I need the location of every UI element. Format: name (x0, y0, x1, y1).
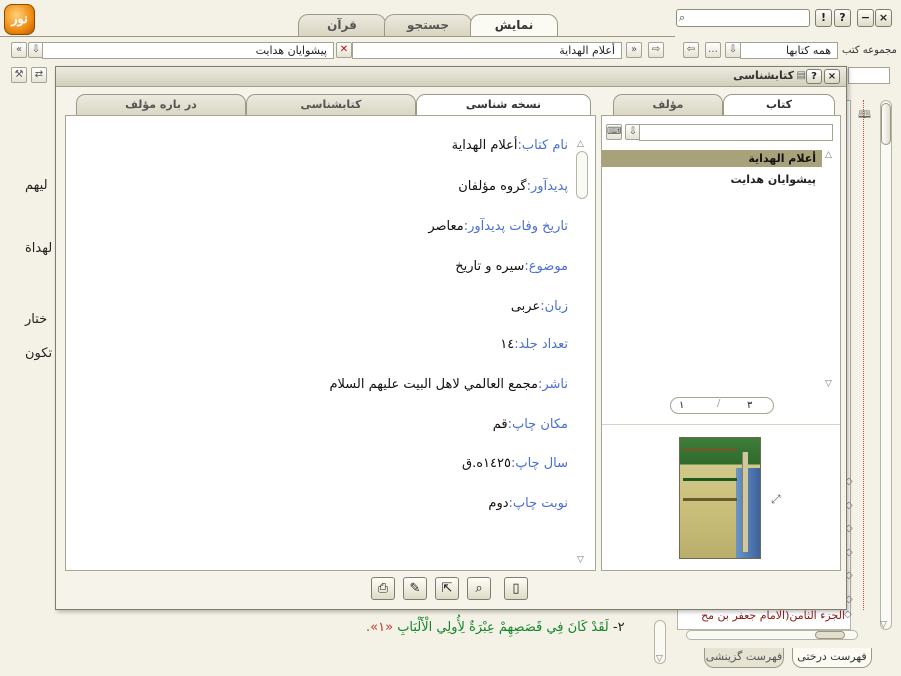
minimize-button[interactable]: − (857, 9, 874, 27)
reader-text-line: لهداة (25, 241, 53, 256)
tab-bibliography[interactable]: كتابشناسى (246, 94, 416, 115)
alert-button[interactable]: ! (815, 9, 832, 27)
filter-input[interactable] (848, 67, 890, 84)
expand-icon[interactable]: ⤢ (771, 492, 781, 507)
tab-book[interactable]: كتاب (723, 94, 835, 116)
arrow-right-icon[interactable]: ⇨ (648, 42, 664, 58)
tab-search[interactable]: جستجو (384, 14, 472, 36)
keyboard-icon[interactable]: ⌨ (606, 124, 622, 140)
collection-select[interactable]: همه كتابها (740, 42, 838, 59)
book-icon: ▤ (796, 70, 806, 81)
verse-number: ٢- (612, 620, 625, 635)
pager-separator: / (717, 398, 721, 409)
series-field[interactable]: پيشوايان هدايت (42, 42, 334, 59)
hscroll-thumb[interactable] (815, 631, 845, 639)
info-language: زبان:عربى (510, 299, 568, 314)
book-search-input[interactable] (639, 124, 833, 141)
close-app-button[interactable]: × (875, 9, 892, 27)
scroll-up-icon[interactable]: △ (825, 150, 832, 160)
info-publisher: ناشر:مجمع العالمي لاهل البيت عليهم السلا… (329, 377, 568, 392)
info-publish-year: سال چاپ:١٤٢٥ه.ق (461, 456, 568, 471)
app-logo[interactable]: نور (4, 4, 35, 35)
book-tree-icon: 🕮 (858, 108, 871, 121)
notes-button[interactable]: ▯ (504, 577, 528, 600)
vscroll-thumb[interactable] (881, 103, 891, 145)
note-icon: ▯ (512, 581, 520, 596)
divider (602, 424, 840, 425)
pencil-icon: ✎ (409, 581, 421, 596)
scroll-down-icon[interactable]: ▽ (880, 620, 887, 630)
help-button[interactable]: ? (834, 9, 851, 27)
pager-total: ١ (679, 400, 685, 411)
info-author: پديدآور:گروه مؤلفان (458, 179, 568, 194)
scroll-down-icon[interactable]: ▽ (577, 555, 584, 565)
open-button[interactable]: ⇱ (435, 577, 459, 600)
tab-author[interactable]: مؤلف (613, 94, 723, 115)
book-cover-image (679, 437, 761, 559)
global-search-input[interactable]: ⌕ (676, 9, 810, 27)
info-scrollbar[interactable] (576, 151, 588, 199)
dialog-close-button[interactable]: × (824, 69, 840, 84)
export-icon[interactable]: ⇄ (31, 67, 47, 83)
clear-series-icon[interactable]: ✕ (336, 42, 352, 58)
dialog-title: كتابشناسى (733, 69, 794, 82)
dialog-titlebar[interactable]: كتابشناسى ▤ ? × (56, 67, 846, 87)
magnifier-icon: ⌕ (475, 581, 483, 596)
info-volumes: تعداد جلد:١٤ (500, 337, 568, 352)
verse-text: لَقَدْ كَانَ فِي قَصَصِهِمْ عِبْرَةٌ لِأ… (397, 620, 609, 635)
printer-icon: ⎙ (377, 581, 389, 596)
info-publish-place: مكان چاپ:قم (492, 417, 568, 432)
tree-guide-line (863, 100, 864, 610)
info-death-date: تاريخ وفات پديدآور:معاصر (428, 219, 568, 234)
quran-verse: ٢- لَقَدْ كَانَ فِي قَصَصِهِمْ عِبْرَةٌ … (366, 620, 625, 635)
scroll-up-icon[interactable]: △ (577, 139, 584, 149)
open-icon: ⇱ (441, 581, 453, 596)
book-list: أعلام الهداية پيشوايان هدايت (602, 150, 822, 188)
print-button[interactable]: ⎙ (371, 577, 395, 600)
search-icon: ⌕ (679, 11, 686, 24)
reader-text-line: ليهم (25, 178, 48, 193)
info-edition: نوبت چاپ:دوم (488, 496, 568, 511)
tree-hscrollbar[interactable] (686, 630, 858, 640)
search-button[interactable]: ⌕ (467, 577, 491, 600)
reader-text-line: ختار (25, 312, 48, 327)
pager-current[interactable]: ٣ (747, 400, 752, 411)
pager[interactable]: ١ / ٣ (670, 397, 774, 414)
wrench-icon[interactable]: ⚒ (11, 67, 27, 83)
list-item[interactable]: أعلام الهداية (602, 150, 822, 167)
info-subject: موضوع:سيره و تاريخ (455, 259, 568, 274)
tab-manuscript[interactable]: نسخه شناسى (416, 94, 591, 116)
tab-baseline (0, 36, 675, 37)
more-button[interactable]: … (705, 42, 721, 58)
tab-display[interactable]: نمایش (470, 14, 558, 37)
info-title: نام كتاب:أعلام الهداية (451, 138, 568, 153)
tree-vscrollbar[interactable] (880, 100, 892, 630)
bibliography-dialog: كتابشناسى ▤ ? × در باره مؤلف كتابشناسى ن… (55, 66, 847, 610)
book-field[interactable]: أعلام الهداية (352, 42, 622, 59)
tab-about-author[interactable]: در باره مؤلف (76, 94, 246, 115)
tree-item[interactable]: الجزء الثامن(الامام جعفر بن مح (701, 609, 845, 622)
double-chevron-right-icon[interactable]: » (626, 42, 642, 58)
collection-label: مجموعه كتب (842, 45, 897, 56)
tab-selective-index[interactable]: فهرست گزينشى (704, 648, 784, 668)
list-item[interactable]: پيشوايان هدايت (602, 171, 822, 188)
reader-text-line: تكون (25, 346, 53, 361)
tab-quran[interactable]: قرآن (298, 14, 386, 36)
dropdown-arrow-icon[interactable]: ⇩ (725, 42, 741, 58)
dialog-help-button[interactable]: ? (806, 69, 822, 84)
arrow-left-icon[interactable]: ⇦ (683, 42, 699, 58)
scroll-down-icon[interactable]: ▽ (656, 654, 663, 664)
double-chevron-left-icon[interactable]: « (11, 42, 27, 58)
edit-button[interactable]: ✎ (403, 577, 427, 600)
verse-reference: «١». (366, 620, 394, 635)
tab-tree-index[interactable]: فهرست درختى (792, 648, 872, 668)
scroll-down-icon[interactable]: ▽ (825, 379, 832, 389)
